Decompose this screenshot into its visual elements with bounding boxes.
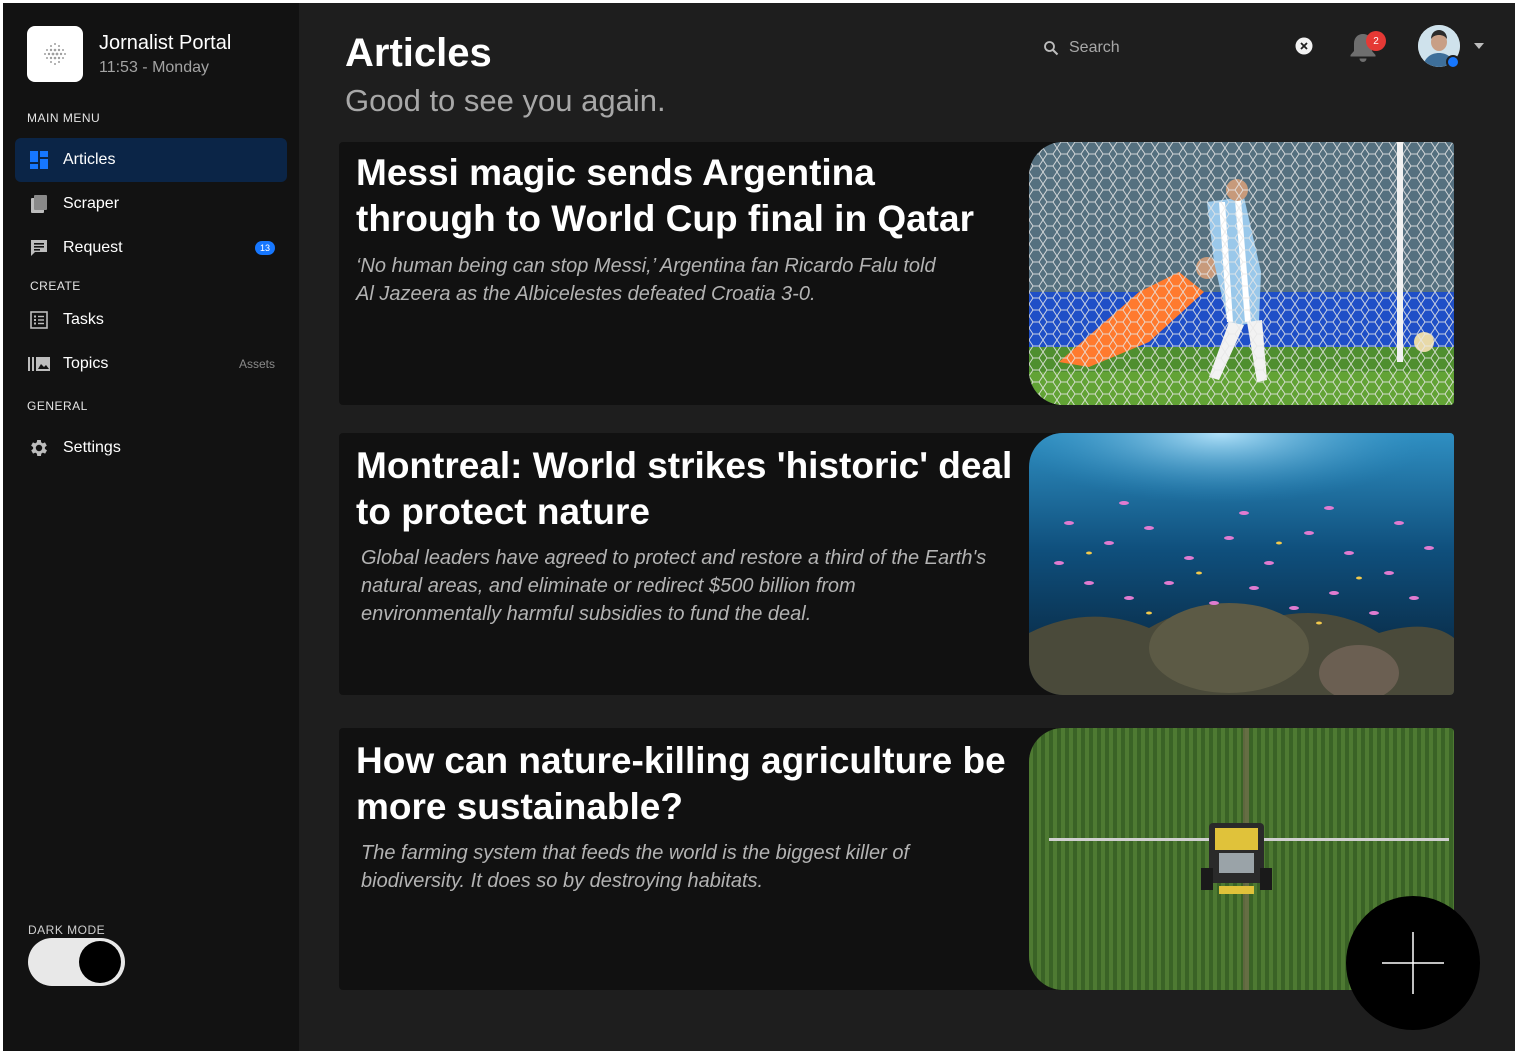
article-description: Global leaders have agreed to protect an… xyxy=(361,547,987,625)
gallery-icon xyxy=(27,352,51,376)
sidebar-item-label: Topics xyxy=(63,355,109,372)
toggle-knob xyxy=(79,941,121,983)
article-title: How can nature-killing agriculture be mo… xyxy=(356,740,1006,827)
brand: Jornalist Portal 11:53 - Monday xyxy=(27,26,231,82)
dark-mode-label: DARK MODE xyxy=(28,923,106,937)
topics-hint: Assets xyxy=(238,357,275,371)
sidebar-item-articles[interactable]: Articles xyxy=(15,138,287,182)
app-title: Jornalist Portal xyxy=(99,32,232,54)
article-card[interactable]: How can nature-killing agriculture be mo… xyxy=(339,728,1454,990)
article-description: The farming system that feeds the world … xyxy=(361,842,910,892)
sidebar-item-scraper[interactable]: Scraper xyxy=(15,182,287,226)
sidebar-item-label: Settings xyxy=(63,439,121,456)
sidebar-item-tasks[interactable]: Tasks xyxy=(15,298,287,342)
notification-count-badge: 2 xyxy=(1366,31,1386,51)
main-menu-label: MAIN MENU xyxy=(27,111,101,125)
online-status-dot xyxy=(1446,55,1460,69)
page-subtitle: Good to see you again. xyxy=(345,83,666,118)
add-article-button[interactable] xyxy=(1346,896,1480,1030)
sidebar-item-topics[interactable]: Topics Assets xyxy=(15,342,287,386)
coral-reef-photo-icon xyxy=(1029,433,1454,695)
sidebar: Jornalist Portal 11:53 - Monday MAIN MEN… xyxy=(3,3,299,1051)
create-label: CREATE xyxy=(30,279,81,293)
request-count-badge: 13 xyxy=(255,241,275,255)
gear-icon xyxy=(27,436,51,460)
search-input[interactable] xyxy=(1069,39,1269,57)
sidebar-item-label: Request xyxy=(63,239,123,256)
sidebar-item-label: Scraper xyxy=(63,195,120,212)
sidebar-item-label: Tasks xyxy=(63,311,104,328)
dark-mode-toggle[interactable] xyxy=(28,938,125,986)
sidebar-item-settings[interactable]: Settings xyxy=(15,426,287,470)
app-time: 11:53 - Monday xyxy=(99,59,209,76)
article-image xyxy=(1029,433,1454,695)
page-title: Articles xyxy=(345,31,492,75)
article-title: Montreal: World strikes 'historic' deal … xyxy=(356,445,1013,532)
search-bar[interactable] xyxy=(1043,33,1313,63)
plus-icon xyxy=(1382,932,1444,994)
article-card[interactable]: Montreal: World strikes 'historic' deal … xyxy=(339,433,1454,695)
football-photo-icon xyxy=(1029,142,1454,405)
clear-search-icon[interactable] xyxy=(1295,37,1313,55)
article-image xyxy=(1029,142,1454,405)
general-label: GENERAL xyxy=(27,399,88,413)
article-card[interactable]: Messi magic sends Argentina through to W… xyxy=(339,142,1454,405)
sidebar-item-label: Articles xyxy=(63,151,116,168)
search-icon xyxy=(1044,41,1059,56)
chat-icon xyxy=(27,236,51,260)
sidebar-item-request[interactable]: Request 13 xyxy=(15,226,287,270)
app-logo xyxy=(27,26,83,82)
list-icon xyxy=(27,308,51,332)
dots-logo-icon xyxy=(44,43,66,65)
chevron-down-icon[interactable] xyxy=(1473,41,1485,51)
grid-icon xyxy=(27,148,51,172)
app-window: Jornalist Portal 11:53 - Monday MAIN MEN… xyxy=(3,3,1515,1051)
article-description: ‘No human being can stop Messi,’ Argenti… xyxy=(356,255,936,305)
document-icon xyxy=(27,192,51,216)
article-title: Messi magic sends Argentina through to W… xyxy=(356,152,974,239)
